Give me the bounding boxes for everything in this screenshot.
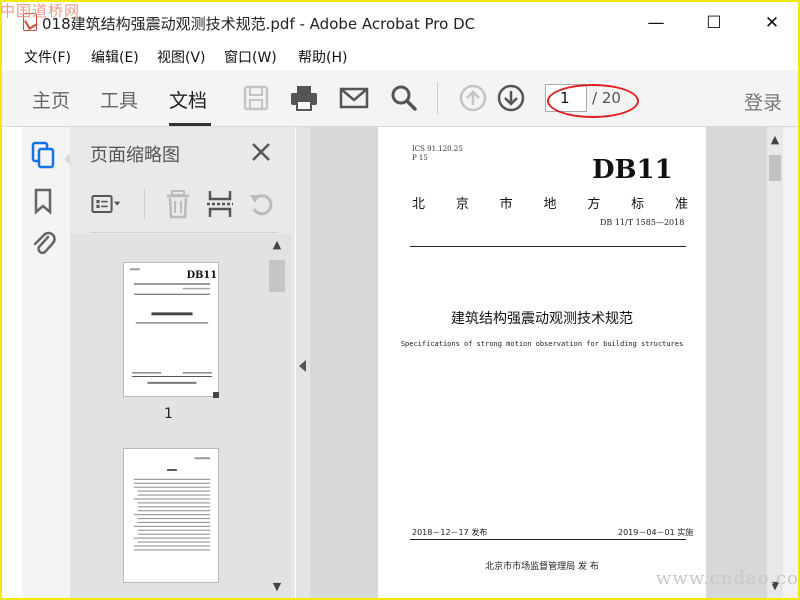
issuer-char: 市	[499, 197, 513, 212]
doc-standard-code: DB11	[592, 155, 673, 185]
thumbnail-scrollbar[interactable]: ▲ ▼	[267, 234, 287, 598]
issuer-char: 京	[455, 197, 469, 212]
doc-header-rule	[410, 246, 686, 247]
page-thumbnail-1[interactable]: DB11	[123, 262, 219, 397]
menu-view[interactable]: 视图(V)	[157, 47, 206, 67]
menu-file[interactable]: 文件(F)	[24, 47, 71, 67]
svg-text:DB11: DB11	[187, 270, 217, 281]
doc-issuer-line: 北 京 市 地 方 标 准	[412, 193, 688, 212]
panel-divider	[90, 232, 278, 233]
menu-help[interactable]: 帮助(H)	[298, 47, 347, 67]
toolbar: 主页 工具 文档 1 / 20 登录	[2, 70, 798, 127]
options-menu-icon[interactable]	[90, 189, 122, 219]
active-tab-indicator	[169, 123, 211, 126]
highlight-annotation-oval	[547, 84, 639, 118]
thumbnail-list: DB11 1 ▲ ▼	[70, 234, 292, 598]
title-bar: 018建筑结构强震动观测技术规范.pdf - Adobe Acrobat Pro…	[2, 2, 798, 44]
insert-page-icon[interactable]	[204, 189, 236, 219]
page-down-icon[interactable]	[496, 83, 526, 113]
panel-tool-separator	[144, 189, 145, 219]
tab-home[interactable]: 主页	[32, 86, 70, 113]
thumbnail-scrollbar-thumb[interactable]	[269, 260, 285, 292]
pdf-page: ICS 91.120.25 P 15 DB11 北 京 市 地 方 标 准 DB…	[378, 127, 706, 598]
doc-ics-code: ICS 91.120.25 P 15	[412, 145, 463, 163]
doc-classification-line: P 15	[412, 154, 428, 162]
thumbnails-panel: 页面缩略图 DB11 1 ▲ ▼	[70, 127, 295, 598]
tab-document[interactable]: 文档	[169, 86, 207, 113]
panel-title: 页面缩略图	[90, 145, 180, 166]
close-panel-icon[interactable]	[246, 137, 276, 167]
page-thumbnails-icon[interactable]	[30, 141, 56, 169]
doc-footer-rule	[410, 539, 686, 540]
doc-ics-line: ICS 91.120.25	[412, 145, 463, 153]
minimize-button[interactable]: —	[636, 10, 676, 36]
issuer-char: 地	[543, 197, 557, 212]
panel-toolbar	[90, 185, 280, 223]
save-icon[interactable]	[241, 83, 271, 113]
doc-implement-date: 2019－04－01 实施	[618, 528, 694, 537]
attachment-icon[interactable]	[30, 229, 56, 257]
window-title: 018建筑结构强震动观测技术规范.pdf - Adobe Acrobat Pro…	[42, 15, 476, 33]
bookmark-icon[interactable]	[30, 187, 56, 215]
close-window-button[interactable]: ✕	[752, 10, 792, 36]
right-tool-pane-strip	[783, 127, 798, 598]
issuer-char: 准	[674, 197, 688, 212]
thumbnail-page-number: 1	[164, 406, 173, 422]
issuer-char: 北	[412, 197, 426, 212]
watermark-bottom: www.cndao.com	[656, 568, 800, 589]
page-up-icon[interactable]	[458, 83, 488, 113]
email-icon[interactable]	[339, 83, 369, 113]
doc-title-cn: 建筑结构强震动观测技术规范	[451, 311, 633, 327]
navigation-rail	[22, 127, 71, 598]
scroll-down-arrow-icon[interactable]: ▼	[271, 581, 283, 592]
acrobat-window: 018建筑结构强震动观测技术规范.pdf - Adobe Acrobat Pro…	[2, 2, 798, 598]
toolbar-separator	[437, 82, 438, 114]
thumbnail-corner-marker	[213, 392, 219, 398]
collapse-panel-arrow-icon[interactable]	[299, 360, 306, 372]
menu-window[interactable]: 窗口(W)	[224, 47, 277, 67]
doc-title-en: Specifications of strong motion observat…	[400, 340, 684, 348]
document-scrollbar-thumb[interactable]	[769, 155, 781, 181]
doc-scroll-up-arrow-icon[interactable]: ▲	[769, 134, 781, 145]
page-thumbnail-2[interactable]	[123, 448, 219, 583]
undo-icon[interactable]	[246, 189, 278, 219]
watermark-top: 中国道桥网	[0, 2, 81, 20]
document-scrollbar[interactable]: ▲ ▼	[767, 127, 783, 598]
search-icon[interactable]	[389, 83, 419, 113]
menu-bar: 文件(F) 编辑(E) 视图(V) 窗口(W) 帮助(H)	[2, 44, 798, 70]
issuer-char: 标	[631, 197, 645, 212]
issuer-char: 方	[587, 197, 601, 212]
menu-edit[interactable]: 编辑(E)	[91, 47, 139, 67]
delete-page-icon[interactable]	[162, 189, 194, 219]
document-view: ICS 91.120.25 P 15 DB11 北 京 市 地 方 标 准 DB…	[310, 127, 767, 598]
doc-release-date: 2018－12－17 发布	[412, 528, 488, 537]
panel-collapse-strip[interactable]	[296, 127, 310, 598]
scroll-up-arrow-icon[interactable]: ▲	[271, 239, 283, 250]
maximize-button[interactable]: ☐	[694, 10, 734, 36]
tab-tools[interactable]: 工具	[100, 86, 138, 113]
print-icon[interactable]	[289, 83, 319, 113]
sign-in-button[interactable]: 登录	[744, 88, 782, 115]
doc-standard-number: DB 11/T 1585—2018	[600, 218, 685, 227]
